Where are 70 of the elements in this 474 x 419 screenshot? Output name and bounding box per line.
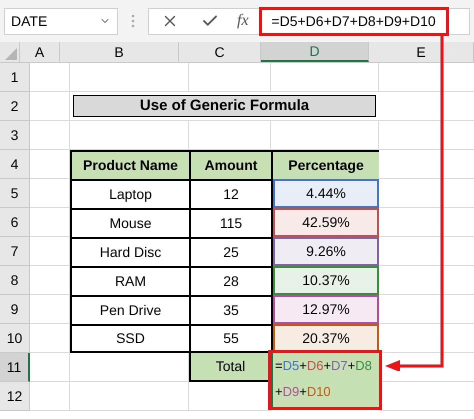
sheet-cell[interactable] <box>30 295 70 324</box>
insert-function-button[interactable]: fx <box>237 9 249 33</box>
formula-token: D10 <box>306 384 331 399</box>
row-header[interactable]: 4 <box>0 150 30 179</box>
row-header[interactable]: 3 <box>0 121 30 150</box>
percentage-cell: 12.97% <box>273 295 379 324</box>
column-header[interactable]: E <box>369 42 474 62</box>
table-header: Amount <box>189 150 271 179</box>
sheet-title: Use of Generic Formula <box>73 95 376 117</box>
formula-input[interactable]: =D5+D6+D7+D8+D9+D10 <box>258 6 449 36</box>
sheet-cell[interactable] <box>30 63 70 92</box>
row-header[interactable]: 5 <box>0 179 30 208</box>
table-header: Percentage <box>271 150 379 179</box>
select-all-icon[interactable] <box>5 48 17 60</box>
sheet-cell[interactable] <box>271 63 379 92</box>
sheet-cell[interactable] <box>30 208 70 237</box>
table-cell: Pen Drive <box>70 295 189 324</box>
formula-token: + <box>299 358 307 373</box>
percentage-cell: 9.26% <box>273 237 379 266</box>
formula-token: = <box>275 358 283 373</box>
sheet-cell[interactable] <box>70 382 189 411</box>
table-cell: 115 <box>189 208 271 237</box>
row-header[interactable]: 10 <box>0 324 30 353</box>
row-header[interactable]: 11 <box>0 353 30 382</box>
formula-token: D8 <box>355 358 372 373</box>
sheet-cell[interactable] <box>70 63 189 92</box>
column-header[interactable]: D <box>261 42 369 62</box>
formula-token: D7 <box>331 358 348 373</box>
column-header[interactable]: A <box>20 42 60 62</box>
table-cell: 25 <box>189 237 271 266</box>
percentage-cell: 4.44% <box>273 179 379 208</box>
formula-cell[interactable]: =D5+D6+D7+D8 +D9+D10 <box>271 353 379 407</box>
formula-token: + <box>348 358 356 373</box>
table-cell: Laptop <box>70 179 189 208</box>
formula-token: D6 <box>306 358 324 373</box>
name-box[interactable]: DATE <box>4 8 118 34</box>
row-header[interactable]: 12 <box>0 382 30 411</box>
formula-token: + <box>275 384 283 399</box>
sheet-cell[interactable] <box>189 63 271 92</box>
sheet-cell[interactable] <box>30 92 70 121</box>
table-cell: 12 <box>189 179 271 208</box>
sheet-cell[interactable] <box>30 353 70 382</box>
formula-token: + <box>299 384 307 399</box>
row-header[interactable]: 1 <box>0 63 30 92</box>
table-header: Product Name <box>70 150 189 179</box>
percentage-cell: 42.59% <box>273 208 379 237</box>
sheet-cell[interactable] <box>30 324 70 353</box>
table-cell: 28 <box>189 266 271 295</box>
formula-token: + <box>323 358 332 373</box>
sheet-cell[interactable] <box>30 382 70 411</box>
row-header[interactable]: 7 <box>0 237 30 266</box>
sheet-cell[interactable] <box>30 266 70 295</box>
percentage-cell: 10.37% <box>273 266 379 295</box>
sheet-cell[interactable] <box>30 237 70 266</box>
row-header[interactable]: 9 <box>0 295 30 324</box>
total-label: Total <box>189 353 271 382</box>
row-header[interactable]: 6 <box>0 208 30 237</box>
table-cell: Mouse <box>70 208 189 237</box>
column-header[interactable]: B <box>60 42 179 62</box>
row-header[interactable]: 2 <box>0 92 30 121</box>
sheet-cell[interactable] <box>30 121 70 150</box>
row-header[interactable]: 8 <box>0 266 30 295</box>
grip-icon <box>131 14 135 28</box>
table-cell: RAM <box>70 266 189 295</box>
table-cell: Hard Disc <box>70 237 189 266</box>
table-cell: 35 <box>189 295 271 324</box>
sheet-cell[interactable] <box>30 179 70 208</box>
formula-token: D5 <box>282 358 300 373</box>
formula-token: D9 <box>282 384 300 399</box>
table-cell: SSD <box>70 324 189 353</box>
